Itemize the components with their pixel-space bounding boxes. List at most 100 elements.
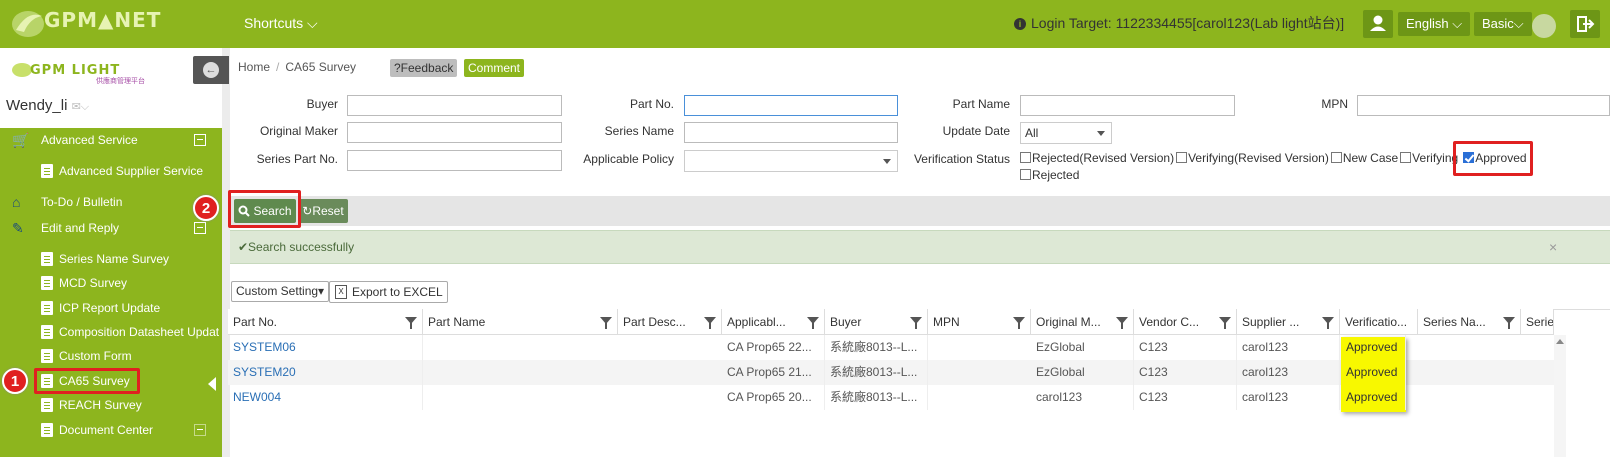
filter-icon[interactable]	[1219, 317, 1231, 329]
column-header[interactable]: Verificatio...	[1340, 309, 1418, 335]
checkbox[interactable]	[1020, 169, 1031, 180]
comment-button[interactable]: Comment	[464, 59, 525, 77]
top-bar: GPM▲NET Shortcuts ⌵ i Login Target: 11223…	[0, 0, 1610, 48]
step-badge-1: 1	[2, 368, 28, 394]
status-verifying[interactable]: Verifying	[1400, 150, 1458, 167]
reset-button[interactable]: ↻Reset	[298, 199, 348, 223]
logout-button[interactable]	[1570, 10, 1600, 38]
export-excel-button[interactable]: X Export to EXCEL	[329, 281, 448, 303]
original-maker-input[interactable]	[347, 122, 562, 143]
document-icon	[41, 398, 53, 412]
column-header[interactable]: Original M...	[1031, 309, 1134, 335]
status-verifying-revised[interactable]: Verifying(Revised Version)	[1176, 150, 1329, 167]
collapse-sidebar-button[interactable]: ←	[193, 56, 229, 84]
part-name-label: Part Name	[952, 97, 1010, 111]
column-header[interactable]: Applicabl...	[722, 309, 825, 335]
column-header[interactable]: Vendor C...	[1134, 309, 1237, 335]
custom-setting-dropdown[interactable]: Custom Setting▾	[231, 281, 330, 302]
collapse-minus-icon[interactable]	[194, 134, 206, 146]
column-header[interactable]: Supplier ...	[1237, 309, 1340, 335]
success-message: ✔Search successfully	[238, 240, 355, 254]
series-part-no-input[interactable]	[347, 150, 562, 171]
breadcrumb-home[interactable]: Home	[238, 60, 270, 74]
menu-icp-report-update[interactable]: ICP Report Update	[0, 296, 222, 320]
filter-icon[interactable]	[1116, 317, 1128, 329]
column-header[interactable]: Series Na...	[1418, 309, 1521, 335]
logout-icon	[1577, 16, 1595, 32]
language-dropdown[interactable]: English ⌵	[1398, 12, 1471, 36]
policy-cell: CA Prop65 21...	[722, 360, 825, 385]
verification-status-label: Verification Status	[913, 152, 1010, 166]
column-header[interactable]: MPN	[928, 309, 1031, 335]
checkbox[interactable]	[1020, 152, 1031, 163]
filter-icon[interactable]	[1322, 317, 1334, 329]
menu-todo-bulletin[interactable]: ⌂ To-Do / Bulletin	[0, 190, 222, 214]
mpn-input[interactable]	[1357, 95, 1610, 116]
collapse-minus-icon[interactable]	[194, 424, 206, 436]
column-header[interactable]: Buyer	[825, 309, 928, 335]
document-icon	[41, 164, 53, 178]
supplier-cell: carol123	[1237, 360, 1340, 385]
buyer-input[interactable]	[347, 95, 562, 116]
scroll-up-icon[interactable]	[1556, 339, 1564, 344]
column-header[interactable]: Part No.	[228, 309, 423, 335]
status-new-case[interactable]: New Case	[1330, 150, 1398, 167]
highlight-box-search	[228, 190, 301, 228]
user-name[interactable]: Wendy_li ✉⌵	[6, 97, 89, 114]
original-maker-label: Original Maker	[259, 124, 338, 138]
update-date-select[interactable]: All	[1020, 122, 1112, 144]
part-no-cell[interactable]: NEW004	[228, 385, 423, 410]
filter-icon[interactable]	[600, 317, 612, 329]
grid-scrollbar[interactable]	[1554, 335, 1566, 457]
collapse-minus-icon[interactable]	[194, 222, 206, 234]
folder-icon	[41, 423, 53, 437]
part-no-label: Part No.	[629, 97, 674, 111]
part-name-input[interactable]	[1020, 95, 1235, 116]
filter-icon[interactable]	[910, 317, 922, 329]
filter-icon[interactable]	[1013, 317, 1025, 329]
breadcrumb: Home / CA65 Survey	[238, 60, 356, 74]
shortcuts-menu[interactable]: Shortcuts ⌵	[244, 15, 318, 32]
menu-document-center[interactable]: Document Center	[0, 418, 222, 442]
menu-composition-datasheet-update[interactable]: Composition Datasheet Updat	[0, 320, 222, 344]
column-header[interactable]: Part Name	[423, 309, 618, 335]
applicable-policy-select[interactable]	[684, 150, 898, 172]
column-header[interactable]: Serie	[1521, 309, 1554, 335]
document-icon	[41, 325, 53, 339]
excel-icon: X	[335, 285, 347, 299]
edit-icon: ✎	[12, 220, 24, 236]
filter-icon[interactable]	[1503, 317, 1515, 329]
part-no-input[interactable]	[684, 95, 898, 116]
status-rejected-revised[interactable]: Rejected(Revised Version)	[1020, 150, 1174, 167]
breadcrumb-current: CA65 Survey	[285, 60, 357, 74]
checkbox[interactable]	[1400, 152, 1412, 163]
globe-icon[interactable]	[1532, 14, 1556, 38]
part-no-cell[interactable]: SYSTEM20	[228, 360, 423, 385]
menu-series-name-survey[interactable]: Series Name Survey	[0, 247, 222, 271]
gpmlight-logo-subtitle: 供應商管理平台	[96, 78, 145, 85]
feedback-button[interactable]: ?Feedback	[390, 59, 458, 77]
menu-advanced-supplier-service[interactable]: Advanced Supplier Service	[0, 159, 222, 183]
buyer-label: Buyer	[306, 97, 338, 111]
supplier-cell: carol123	[1237, 385, 1340, 410]
close-icon[interactable]: ×	[1549, 239, 1557, 255]
menu-custom-form[interactable]: Custom Form	[0, 344, 222, 368]
user-button[interactable]	[1363, 10, 1393, 38]
menu-edit-and-reply[interactable]: ✎ Edit and Reply	[0, 216, 222, 240]
menu-advanced-service[interactable]: 🛒 Advanced Service	[0, 128, 222, 152]
series-name-input[interactable]	[684, 122, 898, 143]
checkbox[interactable]	[1330, 152, 1342, 163]
filter-icon[interactable]	[807, 317, 819, 329]
document-icon	[41, 301, 53, 315]
filter-icon[interactable]	[405, 317, 417, 329]
part-no-cell[interactable]: SYSTEM06	[228, 335, 423, 360]
mpn-label: MPN	[1321, 97, 1348, 111]
status-rejected[interactable]: Rejected	[1020, 167, 1079, 184]
menu-reach-survey[interactable]: REACH Survey	[0, 393, 222, 417]
filter-icon[interactable]	[704, 317, 716, 329]
column-header[interactable]: Part Desc...	[618, 309, 722, 335]
menu-mcd-survey[interactable]: MCD Survey	[0, 271, 222, 295]
checkbox[interactable]	[1176, 152, 1188, 163]
supplier-cell: carol123	[1237, 335, 1340, 360]
mode-dropdown[interactable]: Basic⌵	[1474, 12, 1532, 36]
